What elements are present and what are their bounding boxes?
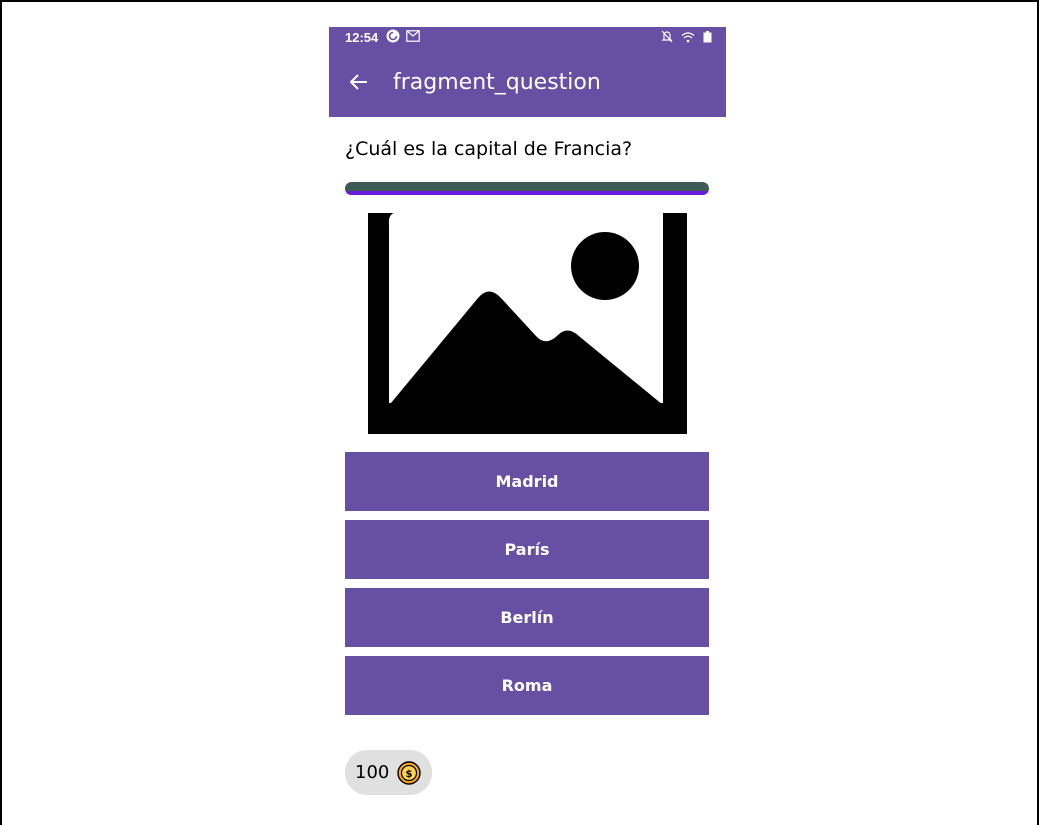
answer-button-berlin[interactable]: Berlín (345, 588, 709, 647)
coin-balance-badge: 100 $ (345, 750, 432, 795)
answer-button-roma[interactable]: Roma (345, 656, 709, 715)
question-progress-bar (345, 182, 709, 195)
battery-icon (703, 30, 712, 46)
coin-count: 100 (355, 762, 390, 783)
answer-button-paris[interactable]: París (345, 520, 709, 579)
app-bar: fragment_question (329, 47, 726, 117)
status-bar: 12:54 (329, 27, 726, 47)
answer-button-madrid[interactable]: Madrid (345, 452, 709, 511)
mute-icon (661, 30, 673, 46)
window-frame-left (0, 0, 2, 825)
status-time: 12:54 (345, 29, 379, 45)
answers-list: Madrid París Berlín Roma (345, 452, 709, 724)
arrow-back-icon[interactable] (347, 70, 371, 94)
coin-icon: $ (397, 760, 422, 785)
app-bar-title: fragment_question (393, 69, 601, 95)
window-frame-top (0, 0, 1039, 2)
progress-indicator (345, 191, 709, 195)
phone-screen: 12:54 fragment_question ¿Cuál es la capi… (329, 27, 726, 825)
image-placeholder-icon (368, 213, 687, 434)
gmail-icon (406, 29, 421, 45)
pocket-casts-icon (386, 29, 400, 46)
question-text: ¿Cuál es la capital de Francia? (345, 138, 633, 160)
svg-text:$: $ (406, 769, 413, 780)
wifi-icon (681, 31, 695, 46)
